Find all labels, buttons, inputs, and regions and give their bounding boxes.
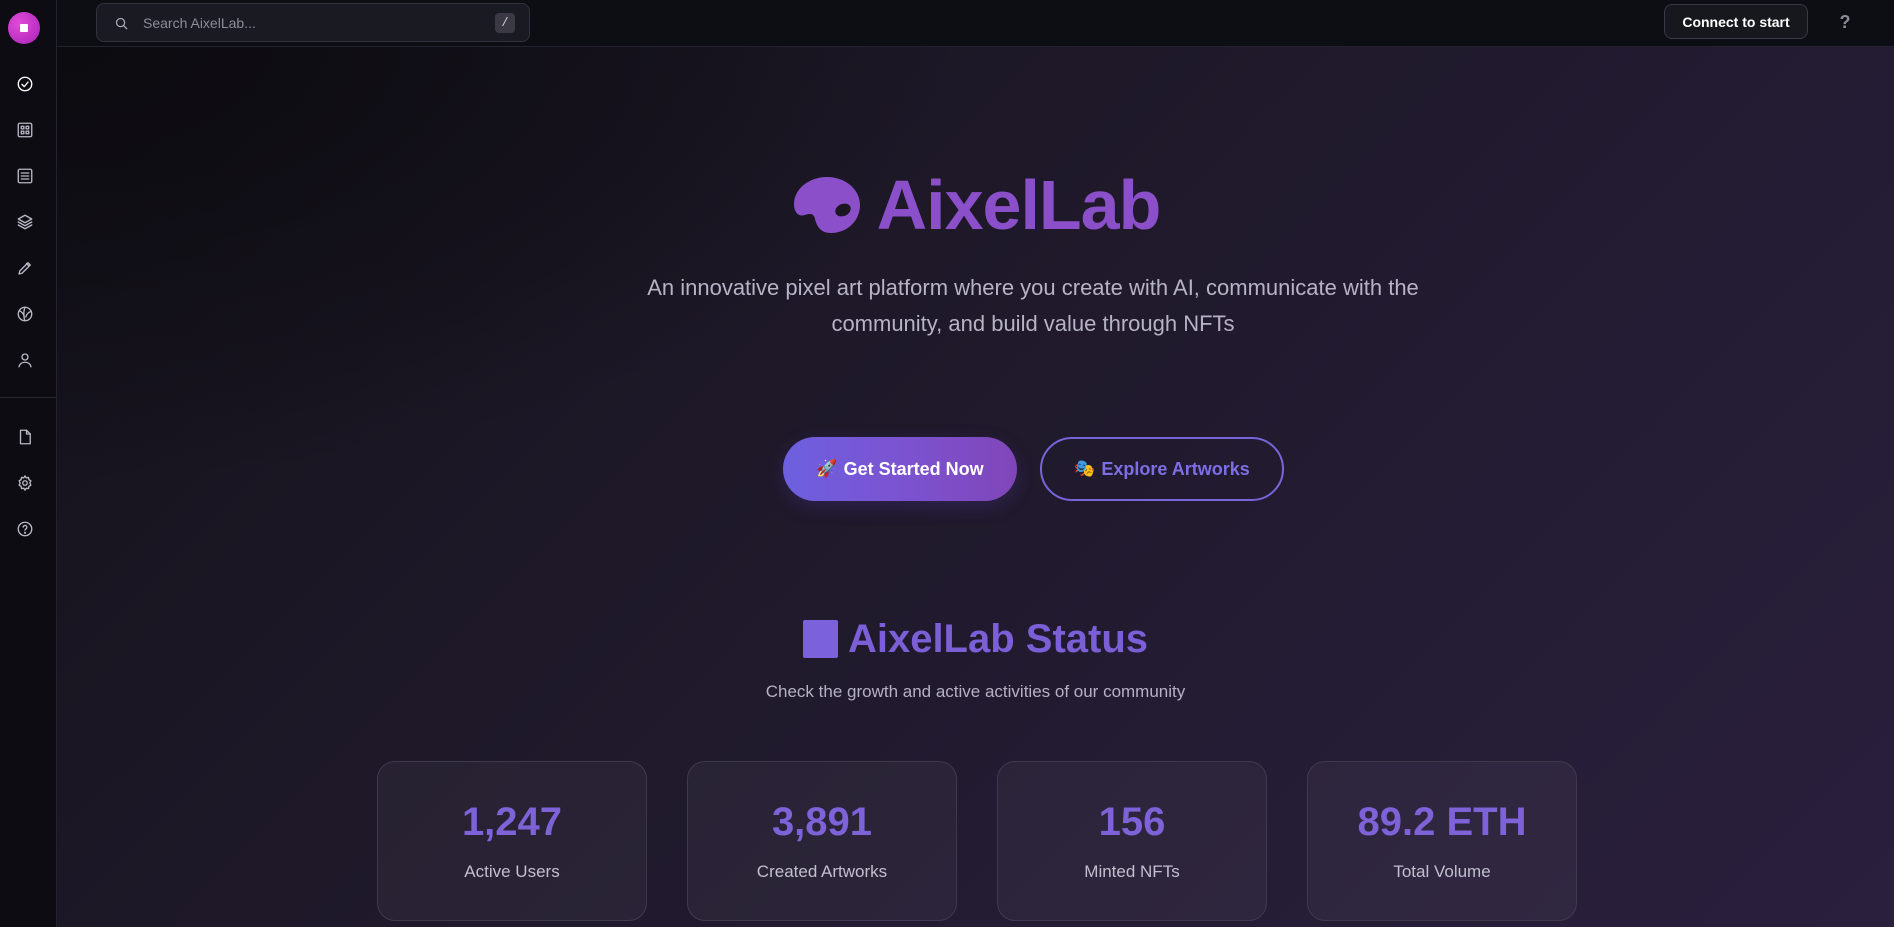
sidebar-item-home[interactable]	[14, 73, 36, 95]
sidebar-item-create[interactable]	[14, 257, 36, 279]
stat-value: 156	[1098, 800, 1166, 844]
stat-card-total-volume: 89.2 ETH Total Volume	[1307, 761, 1577, 921]
stat-card-active-users: 1,247 Active Users	[377, 761, 647, 921]
sidebar-item-help[interactable]	[14, 518, 36, 540]
layers-icon	[17, 214, 33, 230]
globe-icon	[17, 306, 33, 322]
sidebar-item-explore[interactable]	[14, 303, 36, 325]
connect-button[interactable]: Connect to start	[1664, 4, 1808, 39]
sidebar	[0, 0, 57, 927]
file-icon	[19, 429, 31, 445]
grid-icon	[17, 122, 33, 138]
pencil-icon	[18, 262, 31, 275]
sidebar-divider	[0, 397, 56, 398]
sidebar-item-docs[interactable]	[14, 426, 36, 448]
stat-value: 1,247	[461, 800, 563, 844]
get-started-label: Get Started Now	[843, 458, 984, 479]
search-shortcut-key: /	[495, 13, 515, 33]
help-icon[interactable]: ?	[1834, 9, 1856, 35]
help-circle-icon	[17, 521, 33, 537]
explore-artworks-button[interactable]: 🎭 Explore Artworks	[1040, 437, 1284, 501]
hero-subtitle: An innovative pixel art platform where y…	[647, 275, 1419, 336]
chart-square-icon	[802, 620, 838, 658]
sidebar-item-settings[interactable]	[14, 472, 36, 494]
get-started-button[interactable]: 🚀 Get Started Now	[783, 437, 1017, 501]
rocket-icon: 🚀	[816, 459, 838, 479]
explore-artworks-label: Explore Artworks	[1101, 458, 1250, 479]
sidebar-item-gallery[interactable]	[14, 119, 36, 141]
status-title: AixelLab Status	[57, 614, 1894, 664]
check-circle-icon	[17, 76, 33, 92]
stat-label: Created Artworks	[756, 862, 888, 881]
gear-icon	[18, 475, 32, 491]
user-icon	[18, 353, 32, 368]
app-logo[interactable]	[8, 12, 40, 44]
search-icon	[115, 17, 128, 30]
stat-label: Total Volume	[1393, 862, 1491, 881]
hero-heading: AixelLab	[876, 166, 1162, 244]
main-content: AixelLab An innovative pixel art platfor…	[57, 47, 1894, 927]
search-input[interactable]	[141, 4, 461, 41]
top-bar: / Connect to start ?	[57, 0, 1894, 47]
logo-mark	[20, 24, 28, 32]
palette-icon	[793, 177, 860, 233]
hero-title: AixelLab	[57, 165, 1894, 245]
stat-card-created-artworks: 3,891 Created Artworks	[687, 761, 957, 921]
status-heading: AixelLab Status	[847, 616, 1149, 661]
theater-masks-icon: 🎭	[1074, 459, 1096, 479]
stat-card-minted-nfts: 156 Minted NFTs	[997, 761, 1267, 921]
stat-label: Minted NFTs	[1084, 862, 1180, 881]
list-icon	[17, 168, 33, 184]
status-subtitle: Check the growth and active activities o…	[765, 682, 1186, 701]
stat-label: Active Users	[464, 862, 560, 881]
search-box[interactable]: /	[96, 3, 530, 42]
sidebar-item-collections[interactable]	[14, 211, 36, 233]
sidebar-item-profile[interactable]	[14, 349, 36, 371]
stat-value: 89.2 ETH	[1357, 800, 1527, 844]
sidebar-item-feed[interactable]	[14, 165, 36, 187]
stat-value: 3,891	[771, 800, 873, 844]
